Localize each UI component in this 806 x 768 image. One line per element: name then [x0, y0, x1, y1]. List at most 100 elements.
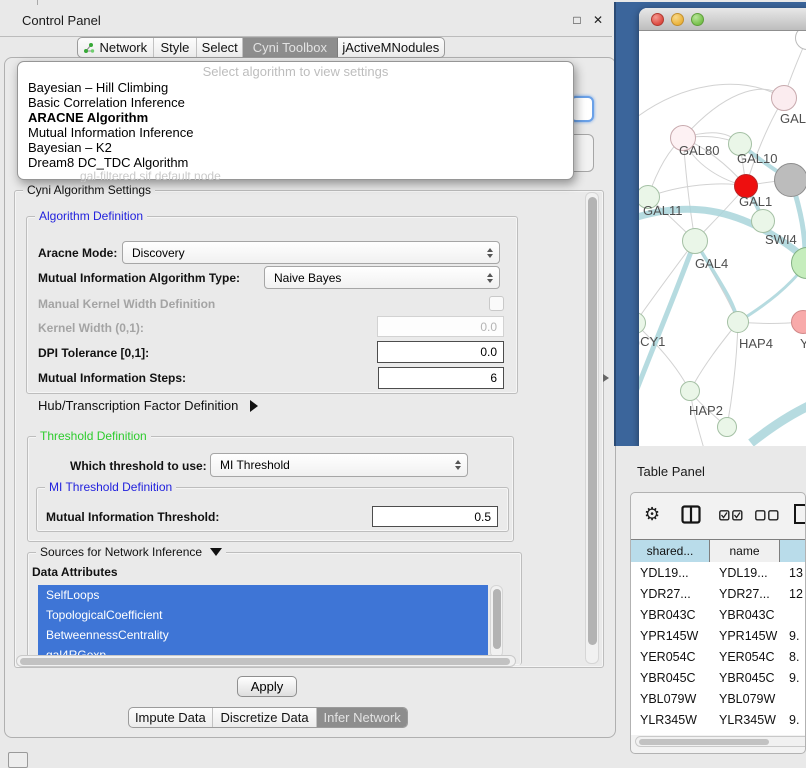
zoom-window-icon[interactable]	[691, 13, 704, 26]
which-threshold-combo[interactable]: MI Threshold	[210, 453, 468, 477]
network-node-hap4[interactable]	[727, 311, 749, 333]
apply-button[interactable]: Apply	[237, 676, 297, 697]
attributes-scrollbar-thumb[interactable]	[493, 589, 501, 649]
close-window-icon[interactable]	[651, 13, 664, 26]
table-row[interactable]: YBL079WYBL079W	[631, 688, 806, 709]
network-node-swi4[interactable]	[751, 209, 775, 233]
select-all-checks-icon[interactable]	[719, 510, 743, 521]
mi-type-label: Mutual Information Algorithm Type:	[38, 271, 240, 285]
table-cell: YBL079W	[710, 692, 780, 706]
tab-discretize-data[interactable]: Discretize Data	[213, 708, 318, 727]
manual-kernel-checkbox[interactable]	[489, 296, 504, 311]
tab-jactivemnodules[interactable]: jActiveMNodules	[338, 38, 444, 57]
settings-horizontal-scrollbar[interactable]	[16, 655, 516, 667]
table-body: YDL19...YDL19...13YDR27...YDR27...12YBR0…	[631, 562, 806, 735]
aracne-mode-value: Discovery	[132, 246, 185, 260]
network-node[interactable]	[774, 163, 806, 197]
table-cell: 9.	[780, 671, 806, 685]
spinner-icon	[455, 460, 461, 470]
settings-vertical-scrollbar[interactable]	[585, 192, 599, 664]
columns-icon[interactable]	[681, 505, 701, 524]
tab-impute-data-label: Impute Data	[135, 710, 206, 725]
dpi-tolerance-field[interactable]: 0.0	[377, 341, 504, 363]
settings-scrollbar-thumb[interactable]	[588, 197, 597, 645]
table-row[interactable]: YIL052CYIL052C9	[631, 730, 806, 735]
tab-select[interactable]: Select	[197, 38, 243, 57]
hub-definition-label[interactable]: Hub/Transcription Factor Definition	[38, 398, 258, 413]
node-label: GCY1	[639, 334, 665, 349]
top-divider-tick	[37, 0, 38, 5]
column-header-shared[interactable]: shared...	[631, 540, 710, 562]
column-header-extra[interactable]	[780, 540, 806, 562]
table-row[interactable]: YDR27...YDR27...12	[631, 583, 806, 604]
table-cell: YLR345W	[710, 713, 780, 727]
table-cell: YPR145W	[710, 629, 780, 643]
column-header-name[interactable]: name	[710, 540, 780, 562]
network-canvas[interactable]: GALGAL80GAL10GAL1GAL11SWI4GAL4GCY1HAP4YH…	[639, 31, 806, 446]
new-table-icon[interactable]	[793, 503, 806, 525]
control-panel: Control Panel □ ✕ Network Style Select C…	[0, 0, 612, 762]
algorithm-option[interactable]: Bayesian – K2	[18, 140, 573, 155]
algorithm-option[interactable]: Mutual Information Inference	[18, 125, 573, 140]
algorithm-option[interactable]: Basic Correlation Inference	[18, 95, 573, 110]
algorithm-option[interactable]: Bayesian – Hill Climbing	[18, 80, 573, 95]
network-window-titlebar[interactable]	[639, 8, 806, 31]
table-header-row: shared... name	[631, 539, 806, 563]
aracne-mode-combo[interactable]: Discovery	[122, 241, 500, 264]
threshold-definition-title: Threshold Definition	[36, 429, 151, 443]
deselect-all-checks-icon[interactable]	[755, 510, 779, 521]
attributes-list-scrollbar[interactable]	[490, 585, 503, 658]
table-cell: YPR145W	[631, 629, 710, 643]
network-icon	[83, 42, 95, 54]
mi-threshold-field[interactable]: 0.5	[372, 506, 498, 527]
algorithm-option[interactable]: Dream8 DC_TDC Algorithm	[18, 155, 573, 170]
data-attribute-item[interactable]: BetweennessCentrality	[38, 625, 488, 645]
table-cell: YBR045C	[710, 671, 780, 685]
table-cell: YIL052C	[631, 734, 710, 736]
table-row[interactable]: YPR145WYPR145W9.	[631, 625, 806, 646]
cyni-bottom-tabs: Impute Data Discretize Data Infer Networ…	[128, 707, 408, 728]
float-panel-icon[interactable]: □	[570, 13, 584, 27]
mi-type-combo[interactable]: Naive Bayes	[264, 266, 500, 289]
splitter-arrow-icon[interactable]	[603, 374, 609, 382]
table-hscrollbar-thumb[interactable]	[639, 739, 769, 745]
table-row[interactable]: YBR043CYBR043C	[631, 604, 806, 625]
table-row[interactable]: YER054CYER054C8.	[631, 646, 806, 667]
network-node-gal[interactable]	[771, 85, 797, 111]
settings-hscrollbar-thumb[interactable]	[20, 658, 510, 665]
table-row[interactable]: YDL19...YDL19...13	[631, 562, 806, 583]
tab-discretize-data-label: Discretize Data	[220, 710, 308, 725]
tab-infer-network[interactable]: Infer Network	[317, 708, 407, 727]
table-horizontal-scrollbar[interactable]	[635, 736, 806, 747]
kernel-width-field[interactable]: 0.0	[377, 316, 504, 337]
minimize-window-icon[interactable]	[671, 13, 684, 26]
table-cell: 8.	[780, 650, 806, 664]
close-panel-icon[interactable]: ✕	[591, 13, 605, 27]
hub-definition-text: Hub/Transcription Factor Definition	[38, 398, 238, 413]
tab-cyni-toolbox[interactable]: Cyni Toolbox	[243, 38, 337, 57]
gear-icon[interactable]: ⚙	[644, 504, 660, 525]
tab-impute-data[interactable]: Impute Data	[129, 708, 213, 727]
network-node-gal4[interactable]	[682, 228, 708, 254]
mi-steps-field[interactable]: 6	[378, 367, 504, 389]
table-toolbar: ⚙	[631, 493, 806, 539]
algorithm-option[interactable]: ARACNE Algorithm	[18, 110, 573, 125]
mi-type-value: Naive Bayes	[274, 271, 341, 285]
network-node-hap2[interactable]	[680, 381, 700, 401]
collapse-down-icon[interactable]	[210, 548, 222, 556]
table-cell: 9	[780, 734, 806, 736]
network-node[interactable]	[717, 417, 737, 437]
table-row[interactable]: YLR345WYLR345W9.	[631, 709, 806, 730]
data-attributes-list[interactable]: SelfLoopsTopologicalCoefficientBetweenne…	[38, 585, 488, 658]
expand-right-icon[interactable]	[250, 400, 258, 412]
table-cell: YBR045C	[631, 671, 710, 685]
table-row[interactable]: YBR045CYBR045C9.	[631, 667, 806, 688]
corner-mini-button[interactable]	[8, 752, 28, 768]
data-attribute-item[interactable]: TopologicalCoefficient	[38, 605, 488, 625]
tab-network[interactable]: Network	[78, 38, 154, 57]
sources-group-title[interactable]: Sources for Network Inference	[36, 545, 226, 559]
cyni-algorithm-settings-title: Cyni Algorithm Settings	[23, 183, 155, 197]
tab-style[interactable]: Style	[154, 38, 198, 57]
data-attribute-item[interactable]: SelfLoops	[38, 585, 488, 605]
mi-threshold-value: 0.5	[474, 510, 491, 524]
